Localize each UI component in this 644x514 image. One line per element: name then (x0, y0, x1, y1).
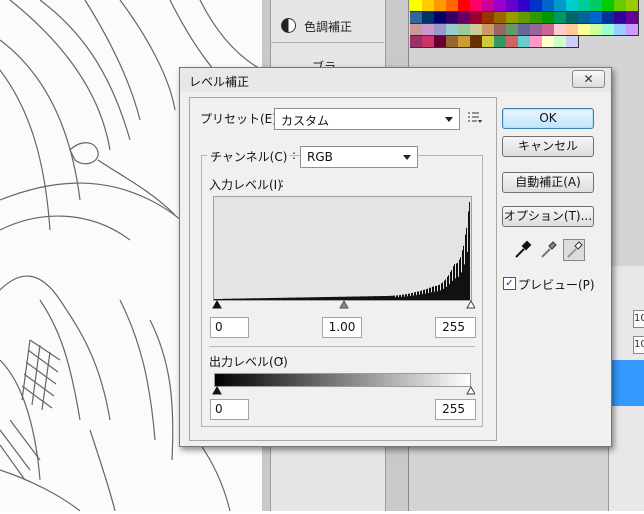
cancel-button[interactable]: キャンセル (502, 136, 594, 157)
preset-label: プリセット(E) (200, 112, 277, 126)
histogram-graph (214, 202, 470, 300)
contrast-icon (281, 18, 296, 33)
output-white-field[interactable]: 255 (435, 399, 476, 420)
close-icon: ✕ (583, 72, 594, 86)
input-white-field[interactable]: 255 (435, 317, 476, 338)
input-levels-colon: : (280, 176, 285, 190)
chevron-down-icon (445, 117, 453, 122)
black-point-eyedropper-icon[interactable] (512, 240, 532, 260)
input-gamma-slider[interactable] (339, 299, 349, 309)
ok-button[interactable]: OK (502, 108, 594, 129)
preview-label: プレビュー(P) (518, 278, 595, 292)
output-slider-track[interactable] (209, 384, 475, 396)
input-white-slider[interactable] (466, 299, 475, 309)
histogram (213, 196, 472, 301)
input-black-slider[interactable] (212, 299, 222, 309)
preset-value: カスタム (281, 114, 330, 128)
separator (209, 346, 475, 347)
input-black-field[interactable]: 0 (210, 317, 249, 338)
levels-dialog: レベル補正 ✕ プリセット(E) : カスタム チャンネル(C) : RGB 入… (179, 67, 612, 447)
check-icon: ✓ (505, 278, 514, 289)
gray-point-eyedropper-icon[interactable] (538, 240, 558, 260)
output-white-slider[interactable] (466, 385, 475, 395)
color-swatch[interactable] (566, 36, 579, 48)
channel-value: RGB (307, 150, 333, 164)
channel-select[interactable]: RGB (300, 146, 418, 168)
adjustment-item-tone[interactable]: 色調補正 (270, 8, 384, 43)
preview-checkbox[interactable]: ✓ (503, 277, 516, 290)
close-button[interactable]: ✕ (572, 70, 605, 88)
preset-options-icon[interactable] (467, 111, 483, 125)
swatches-panel[interactable] (410, 0, 644, 48)
preset-select[interactable]: カスタム (274, 108, 460, 130)
auto-button[interactable]: 自動補正(A) (502, 172, 594, 193)
layers-opacity-field[interactable]: 10 (633, 310, 644, 328)
chevron-down-icon (403, 155, 411, 160)
channel-colon: : (292, 148, 297, 162)
input-levels-label: 入力レベル(I) (209, 178, 282, 192)
input-slider-track[interactable] (209, 298, 475, 310)
output-black-field[interactable]: 0 (210, 399, 249, 420)
color-swatch[interactable] (626, 12, 639, 24)
dialog-titlebar[interactable]: レベル補正 ✕ (180, 68, 611, 92)
output-levels-label: 出力レベル(O) (209, 355, 288, 369)
white-point-eyedropper-icon[interactable] (563, 239, 585, 261)
selected-layer-row[interactable] (609, 360, 644, 406)
layers-panel: 10 10 (608, 266, 644, 511)
channel-label: チャンネル(C) (207, 148, 291, 165)
output-levels-colon: : (280, 353, 285, 367)
layers-fill-field[interactable]: 10 (633, 336, 644, 354)
color-swatch[interactable] (626, 24, 639, 36)
color-swatch[interactable] (626, 0, 639, 12)
adjustment-item-label: 色調補正 (304, 20, 353, 34)
options-button[interactable]: オプション(T)... (502, 206, 594, 227)
input-gamma-field[interactable]: 1.00 (322, 317, 362, 338)
output-black-slider[interactable] (212, 385, 222, 395)
dialog-title: レベル補正 (189, 75, 250, 89)
